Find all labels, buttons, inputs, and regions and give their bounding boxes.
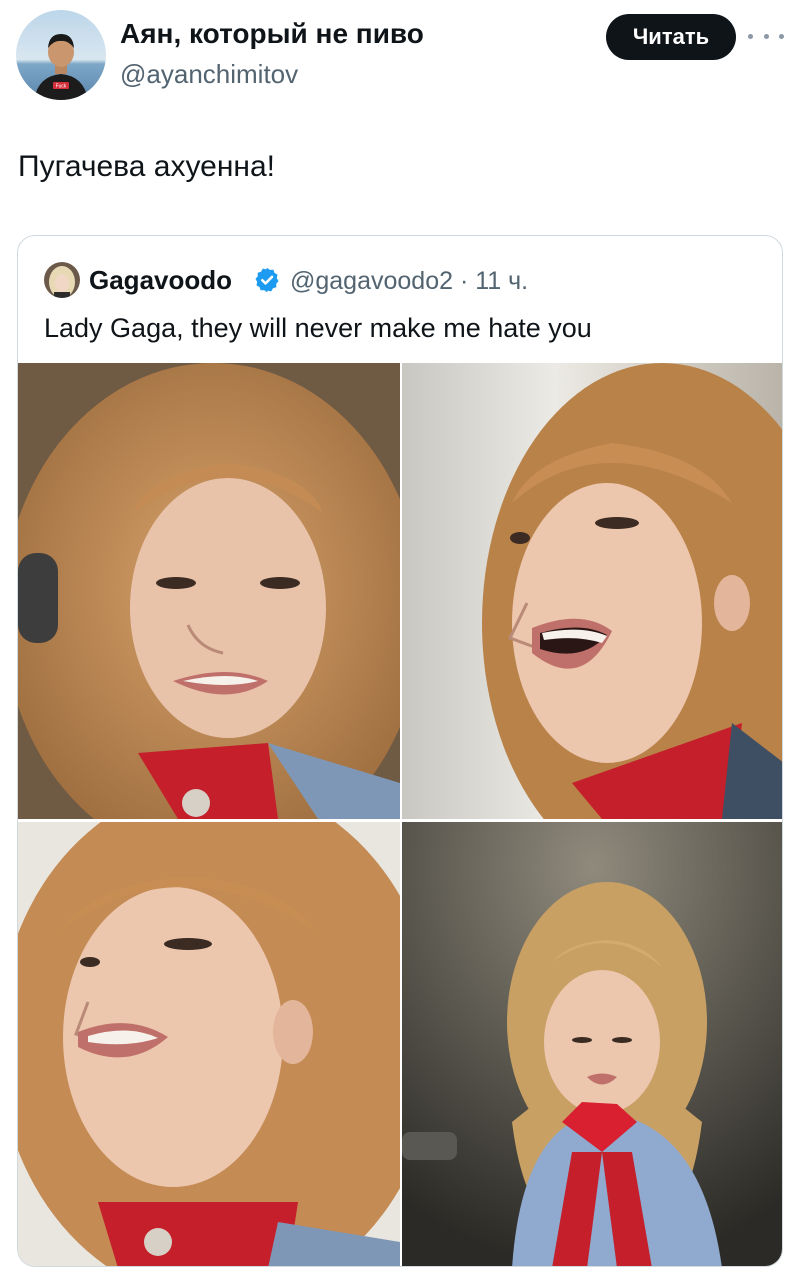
- quoted-tweet-meta: @gagavoodo2 · 11 ч.: [290, 267, 528, 296]
- author-avatar[interactable]: Fuck: [16, 10, 106, 100]
- media-grid: [18, 363, 782, 1266]
- verified-badge-icon: [253, 266, 281, 294]
- quoted-tweet-text: Lady Gaga, they will never make me hate …: [44, 313, 592, 343]
- media-photo-3[interactable]: [18, 822, 400, 1266]
- media-photo-4[interactable]: [402, 822, 782, 1266]
- quoted-tweet-card[interactable]: Gagavoodo @gagavoodo2 · 11 ч. Lady Gaga,…: [17, 235, 783, 1267]
- quoted-tweet-time[interactable]: 11 ч.: [475, 267, 528, 295]
- author-handle[interactable]: @ayanchimitov: [120, 59, 298, 90]
- tweet-text: Пугачева ахуенна!: [18, 150, 275, 183]
- quoted-author-avatar[interactable]: [44, 262, 80, 298]
- quoted-author-handle[interactable]: @gagavoodo2: [290, 267, 453, 295]
- media-photo-2[interactable]: [402, 363, 782, 819]
- author-name[interactable]: Аян, который не пиво: [120, 18, 424, 50]
- meta-separator: ·: [459, 267, 469, 295]
- follow-button[interactable]: Читать: [606, 14, 736, 60]
- shirt-label: Fuck: [56, 84, 67, 90]
- media-photo-1[interactable]: [18, 363, 400, 819]
- more-options-icon[interactable]: [748, 24, 784, 48]
- quoted-author-name[interactable]: Gagavoodo: [89, 265, 232, 296]
